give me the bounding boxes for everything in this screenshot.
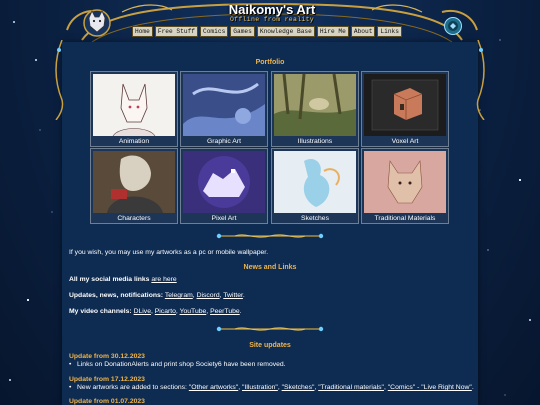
update-text: Links on DonationAlerts and print shop S…: [77, 361, 286, 368]
update-date: Update from 30.12.2023: [69, 353, 145, 360]
update-date: Update from 01.07.2023: [69, 398, 145, 405]
main-nav: Home Free Stuff Comics Games Knowledge B…: [132, 26, 402, 38]
graphic-art-thumbnail: [183, 74, 265, 136]
nav-games[interactable]: Games: [230, 26, 255, 37]
wallpaper-note: If you wish, you may use my artworks as …: [69, 249, 269, 256]
illustration-link[interactable]: "Illustration": [242, 384, 278, 391]
video-label: My video channels:: [69, 308, 132, 315]
portfolio-tile-illustrations[interactable]: Illustrations: [271, 71, 359, 147]
nav-about[interactable]: About: [350, 26, 376, 37]
site-subtitle: Offline from reality: [229, 16, 314, 23]
nav-knowledge-base[interactable]: Knowledge Base: [256, 26, 315, 37]
nav-hire-me[interactable]: Hire Me: [316, 26, 349, 37]
sketches-thumbnail: [274, 151, 356, 213]
portfolio-tile-sketches[interactable]: Sketches: [271, 148, 359, 224]
tile-caption: Animation: [118, 138, 150, 145]
twitter-link[interactable]: Twitter: [223, 292, 243, 299]
portfolio-tile-voxel-art[interactable]: Voxel Art: [361, 71, 449, 147]
tile-caption: Graphic Art: [207, 138, 241, 145]
site-header: Naikomy's Art Offline from reality Home …: [62, 0, 482, 43]
tile-caption: Sketches: [301, 215, 329, 222]
visitor-counter-icon[interactable]: [443, 16, 463, 36]
traditional-materials-link[interactable]: "Traditional materials": [318, 384, 384, 391]
characters-thumbnail: [93, 151, 175, 213]
peertube-link[interactable]: PeerTube: [210, 308, 240, 315]
pixel-art-thumbnail: [183, 151, 265, 213]
left-ornament: [55, 40, 64, 120]
ornamental-divider: [216, 326, 324, 332]
portfolio-title: Portfolio: [255, 59, 285, 66]
telegram-link[interactable]: Telegram: [165, 292, 193, 299]
video-channels-line: My video channels: DLive, Picarto, YouTu…: [69, 308, 242, 315]
site-title[interactable]: Naikomy's Art: [62, 2, 482, 17]
comics-live-right-now-link[interactable]: "Comics" - "Live Right Now": [388, 384, 472, 391]
news-title: News and Links: [243, 264, 297, 271]
dlive-link[interactable]: DLive: [134, 308, 151, 315]
nav-comics[interactable]: Comics: [200, 26, 229, 37]
portfolio-tile-pixel-art[interactable]: Pixel Art: [180, 148, 268, 224]
right-ornament: [476, 40, 485, 120]
animation-thumbnail: [93, 74, 175, 136]
tile-caption: Voxel Art: [391, 138, 419, 145]
portfolio-tile-graphic-art[interactable]: Graphic Art: [180, 71, 268, 147]
update-text: New artworks are added to sections:: [77, 384, 187, 391]
portfolio-tile-animation[interactable]: Animation: [90, 71, 178, 147]
discord-link[interactable]: Discord: [197, 292, 220, 299]
portfolio-tile-characters[interactable]: Characters: [90, 148, 178, 224]
voxel-art-thumbnail: [364, 74, 446, 136]
portfolio-tile-traditional-materials[interactable]: Traditional Materials: [361, 148, 449, 224]
nav-home[interactable]: Home: [132, 26, 153, 37]
other-artworks-link[interactable]: "Other artworks": [189, 384, 238, 391]
update-date: Update from 17.12.2023: [69, 376, 145, 383]
update-item: • Links on DonationAlerts and print shop …: [69, 361, 286, 368]
update-item: • New artworks are added to sections: "Ot…: [69, 384, 474, 391]
social-links-link[interactable]: are here: [151, 276, 176, 283]
updates-label: Updates, news, notifications:: [69, 292, 164, 299]
social-links-line: All my social media links are here: [69, 276, 177, 283]
ornamental-divider: [216, 233, 324, 239]
tile-caption: Traditional Materials: [374, 215, 436, 222]
site-updates-title: Site updates: [249, 342, 291, 349]
illustrations-thumbnail: [274, 74, 356, 136]
tile-caption: Pixel Art: [211, 215, 237, 222]
updates-line: Updates, news, notifications: Telegram, …: [69, 292, 245, 299]
nav-links[interactable]: Links: [377, 26, 402, 37]
traditional-materials-thumbnail: [364, 151, 446, 213]
tile-caption: Illustrations: [297, 138, 333, 145]
tile-caption: Characters: [117, 215, 151, 222]
social-label: All my social media links: [69, 276, 150, 283]
youtube-link[interactable]: YouTube: [180, 308, 207, 315]
sketches-link[interactable]: "Sketches": [282, 384, 315, 391]
nav-free-stuff[interactable]: Free Stuff: [154, 26, 198, 37]
picarto-link[interactable]: Picarto: [155, 308, 176, 315]
